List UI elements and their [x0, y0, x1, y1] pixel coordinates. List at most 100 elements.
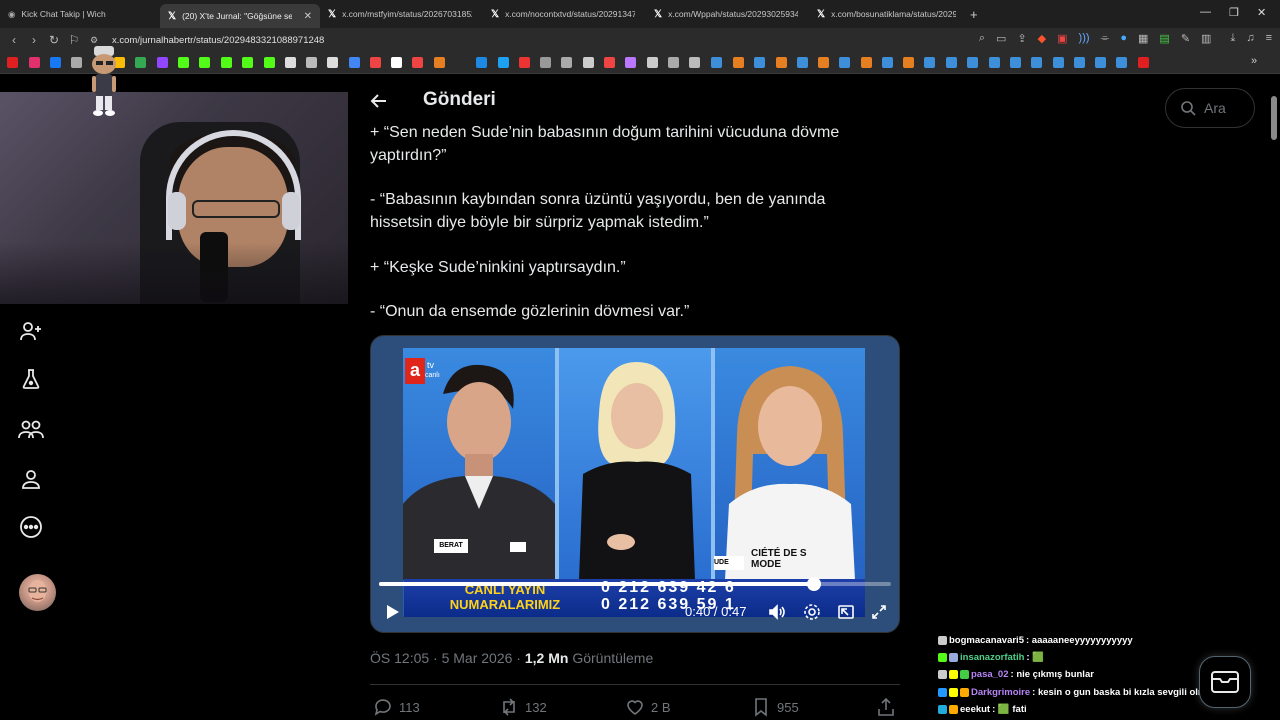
new-tab-button[interactable]: +: [970, 7, 978, 22]
profile-icon[interactable]: [18, 466, 44, 492]
volume-icon[interactable]: [768, 603, 786, 621]
bookmark-favicon-icon[interactable]: [498, 57, 509, 68]
extension-icon-1[interactable]: ▣: [1057, 32, 1067, 45]
bookmark-favicon-icon[interactable]: [434, 57, 445, 68]
video-player[interactable]: a tv canlı BERAT UDE CIÉTÉ DE S MODE CAN…: [370, 335, 900, 633]
bookmark-favicon-icon[interactable]: [327, 57, 338, 68]
bookmark-favicon-icon[interactable]: [1074, 57, 1085, 68]
bookmark-favicon-icon[interactable]: [178, 57, 189, 68]
tab-wppah[interactable]: 𝕏 x.com/Wppah/status/202930259345: [646, 3, 809, 25]
bookmark-favicon-icon[interactable]: [625, 57, 636, 68]
bookmark-favicon-icon[interactable]: [349, 57, 360, 68]
share-button[interactable]: [876, 697, 896, 717]
reply-button[interactable]: 113: [373, 697, 420, 717]
bookmark-favicon-icon[interactable]: [689, 57, 700, 68]
extension-icon-4[interactable]: ●: [1120, 32, 1127, 45]
bookmark-favicon-icon[interactable]: [264, 57, 275, 68]
bookmark-favicon-icon[interactable]: [476, 57, 487, 68]
bookmark-favicon-icon[interactable]: [306, 57, 317, 68]
video-progress-bar[interactable]: [379, 577, 891, 591]
more-circle-icon[interactable]: [18, 514, 44, 540]
bookmark-favicon-icon[interactable]: [967, 57, 978, 68]
bookmark-favicon-icon[interactable]: [604, 57, 615, 68]
bookmark-favicon-icon[interactable]: [412, 57, 423, 68]
bookmark-favicon-icon[interactable]: [370, 57, 381, 68]
bookmark-favicon-icon[interactable]: [1095, 57, 1106, 68]
bookmark-favicon-icon[interactable]: [157, 57, 168, 68]
bookmark-favicon-icon[interactable]: [1031, 57, 1042, 68]
bookmark-favicon-icon[interactable]: [946, 57, 957, 68]
bookmark-favicon-icon[interactable]: [221, 57, 232, 68]
extensions-icon[interactable]: ✎: [1181, 32, 1190, 45]
tab-nocontxtvd[interactable]: 𝕏 x.com/nocontxtvd/status/202913476: [483, 3, 646, 25]
bookmark-favicon-icon[interactable]: [242, 57, 253, 68]
bookmark-favicon-icon[interactable]: [839, 57, 850, 68]
forward-nav-icon[interactable]: ›: [24, 33, 44, 47]
bookmark-favicon-icon[interactable]: [71, 57, 82, 68]
bookmark-favicon-icon[interactable]: [519, 57, 530, 68]
play-icon[interactable]: [383, 603, 401, 621]
like-button[interactable]: 2 B: [625, 697, 671, 717]
bookmark-favicon-icon[interactable]: [583, 57, 594, 68]
maximize-icon[interactable]: ❐: [1229, 6, 1239, 19]
pip-icon[interactable]: [837, 603, 855, 621]
bookmark-favicon-icon[interactable]: [882, 57, 893, 68]
bookmark-button[interactable]: 955: [751, 697, 799, 717]
bookmark-favicon-icon[interactable]: [776, 57, 787, 68]
bookmark-favicon-icon[interactable]: [1010, 57, 1021, 68]
share-icon[interactable]: ⇪: [1017, 32, 1026, 45]
menu-icon[interactable]: ≡: [1266, 32, 1272, 45]
search-box[interactable]: Ara: [1165, 88, 1255, 128]
bookmark-favicon-icon[interactable]: [711, 57, 722, 68]
messages-button[interactable]: [1199, 656, 1251, 708]
tab-mstfyim[interactable]: 𝕏 x.com/mstfyim/status/20267031852: [320, 3, 483, 25]
url-field[interactable]: x.com/jurnalhabertr/status/2029483321088…: [112, 35, 324, 46]
bookmark-favicon-icon[interactable]: [1116, 57, 1127, 68]
bookmark-favicon-icon[interactable]: [1053, 57, 1064, 68]
bookmark-favicon-icon[interactable]: [285, 57, 296, 68]
bookmark-favicon-icon[interactable]: [1138, 57, 1149, 68]
follow-icon[interactable]: [18, 318, 44, 344]
minimize-icon[interactable]: —: [1200, 6, 1211, 18]
tweet-timestamp[interactable]: ÖS 12:05 · 5 Mar 2026 ·: [370, 650, 521, 666]
bookmarks-overflow-icon[interactable]: »: [1251, 55, 1257, 67]
sidebar-toggle-icon[interactable]: ▥: [1201, 32, 1211, 45]
tab-kick-chat[interactable]: ◉ Kick Chat Takip | Wich: [0, 3, 160, 25]
extension-icon-3[interactable]: ⌯: [1101, 32, 1110, 45]
bookmark-favicon-icon[interactable]: [7, 57, 18, 68]
download-icon[interactable]: ⤓: [1230, 32, 1235, 45]
bookmark-favicon-icon[interactable]: [733, 57, 744, 68]
back-nav-icon[interactable]: ‹: [4, 33, 24, 47]
bookmark-favicon-icon[interactable]: [540, 57, 551, 68]
bookmark-favicon-icon[interactable]: [647, 57, 658, 68]
extension-icon-2[interactable]: ))): [1079, 32, 1090, 45]
settings-icon[interactable]: [803, 603, 821, 621]
bookmark-favicon-icon[interactable]: [668, 57, 679, 68]
flask-icon[interactable]: [18, 366, 44, 392]
bookmark-favicon-icon[interactable]: [561, 57, 572, 68]
bookmark-page-icon[interactable]: ⚐: [64, 33, 84, 47]
extension-icon-6[interactable]: ▤: [1159, 32, 1169, 45]
bookmark-favicon-icon[interactable]: [754, 57, 765, 68]
zoom-icon[interactable]: ⌕: [979, 32, 985, 45]
music-icon[interactable]: ♫: [1246, 32, 1254, 45]
bookmark-favicon-icon[interactable]: [50, 57, 61, 68]
tab-active-jurnal[interactable]: 𝕏 (20) X'te Jurnal: "Göğsüne sevgili ✕: [160, 4, 320, 28]
bookmark-favicon-icon[interactable]: [29, 57, 40, 68]
bookmark-favicon-icon[interactable]: [199, 57, 210, 68]
bookmark-favicon-icon[interactable]: [135, 57, 146, 68]
brave-shield-icon[interactable]: ◆: [1038, 32, 1046, 45]
cast-icon[interactable]: ▭: [996, 32, 1006, 45]
bookmark-favicon-icon[interactable]: [861, 57, 872, 68]
communities-icon[interactable]: [18, 416, 44, 442]
fullscreen-icon[interactable]: [870, 603, 888, 621]
bookmark-favicon-icon[interactable]: [391, 57, 402, 68]
extension-icon-5[interactable]: ▦: [1138, 32, 1148, 45]
bookmark-favicon-icon[interactable]: [818, 57, 829, 68]
close-tab-icon[interactable]: ✕: [304, 11, 312, 22]
back-arrow-icon[interactable]: [370, 92, 390, 110]
page-scrollbar[interactable]: [1271, 96, 1277, 140]
bookmark-favicon-icon[interactable]: [924, 57, 935, 68]
repost-button[interactable]: 132: [499, 697, 547, 717]
bookmark-favicon-icon[interactable]: [797, 57, 808, 68]
